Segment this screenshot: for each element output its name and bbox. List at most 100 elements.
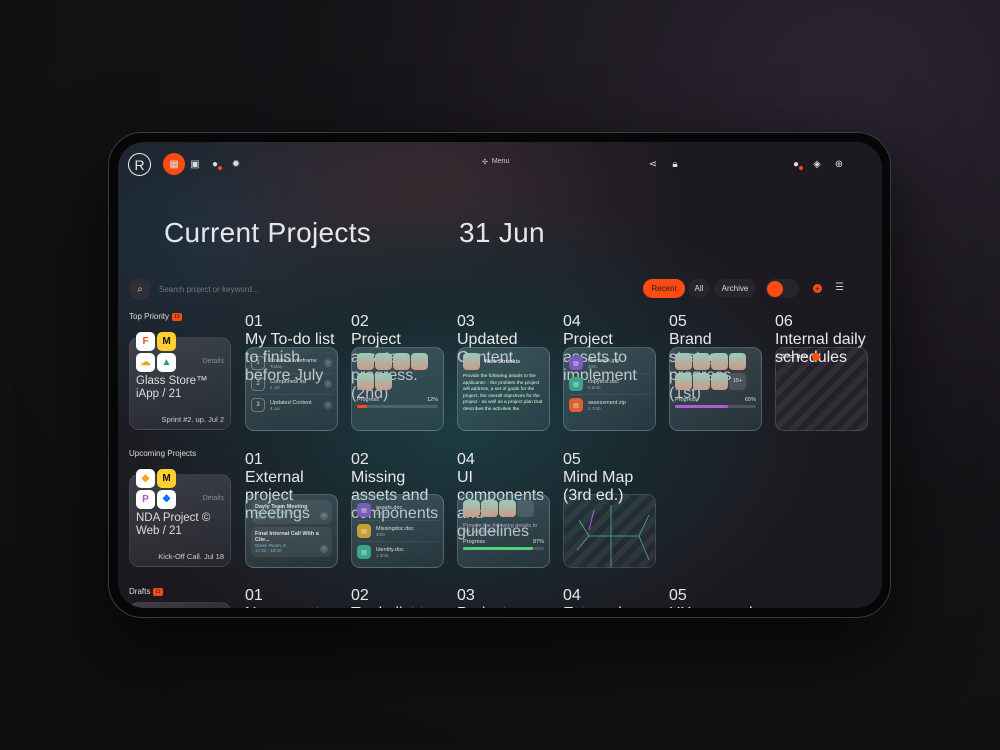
details-link[interactable]: Details	[203, 495, 224, 502]
todo-title: Updated Content	[270, 399, 312, 406]
theme-toggle[interactable]	[765, 279, 799, 298]
progress-bar	[357, 405, 438, 408]
grid-icon[interactable]: ▦	[163, 153, 185, 175]
item-title: To-do list to finish	[351, 605, 447, 608]
filter-all[interactable]: All	[688, 279, 710, 298]
todo-item[interactable]: 2 Componets list 2 Jul ›	[251, 374, 332, 395]
search-bar[interactable]: ⌕ Search project or keyword...	[129, 278, 469, 300]
chevron-right-icon[interactable]: ›	[320, 545, 328, 553]
file-item[interactable]: ▤ Missingdoc.doc 2mb	[357, 521, 438, 542]
avatar	[463, 353, 480, 370]
project-card[interactable]: ▤ assets.doc 1.6mb ▤ Missingdoc.doc 2mb ▤ Ident…	[351, 494, 444, 568]
avatar[interactable]	[411, 353, 428, 370]
file-size: 3mb	[588, 363, 597, 369]
avatar[interactable]	[481, 500, 498, 517]
avatar[interactable]	[357, 353, 374, 370]
avatar[interactable]	[693, 373, 710, 390]
sliders-icon[interactable]: ☰	[835, 282, 844, 293]
todo-date: 2 Jul	[270, 384, 280, 390]
avatar[interactable]	[711, 373, 728, 390]
project-card[interactable]: Slect Time	[775, 347, 868, 431]
step-number: 1	[251, 356, 265, 370]
project-name: NDA Project © Web / 21	[136, 512, 211, 537]
file-item[interactable]: ▤ fileimage.jpg 3mb	[569, 353, 650, 374]
avatar[interactable]	[375, 373, 392, 390]
project-card[interactable]: 15+ Progress 65%	[669, 347, 762, 431]
chevron-right-icon[interactable]: ›	[324, 380, 332, 388]
search-input[interactable]: Search project or keyword...	[159, 285, 259, 294]
file-icon: ▤	[569, 356, 583, 370]
project-card[interactable]	[563, 494, 656, 568]
file-icon: ▤	[357, 524, 371, 538]
chevron-right-icon[interactable]: ›	[320, 512, 328, 520]
avatar[interactable]	[729, 353, 746, 370]
item-number: 04	[563, 587, 581, 604]
project-card[interactable]: Dayly Team Meeting Blue Room, A54 St 16:30…	[245, 494, 338, 568]
chevron-right-icon[interactable]: ›	[324, 359, 332, 367]
settings-icon[interactable]: ✹	[225, 153, 247, 175]
avatar[interactable]	[375, 353, 392, 370]
project-card[interactable]: ▤ fileimage.jpg 3mb ▤ copytext.doc 0.5mb ▤ asse…	[563, 347, 656, 431]
file-item[interactable]: ▤ Identity.doc 1.3mb	[357, 542, 438, 562]
project-name: Glass Store™ iApp / 21	[136, 375, 208, 400]
project-card-nda[interactable]: ◆ M P ❖ Details NDA Project © Web / 21 Kick…	[129, 469, 231, 567]
meeting-item[interactable]: Final Internal Call With a Clie... Green …	[251, 527, 332, 557]
details-link[interactable]: Details	[203, 358, 224, 365]
page-title: Current Projects	[164, 217, 372, 248]
step-number: 2	[251, 377, 265, 391]
avatar[interactable]	[693, 353, 710, 370]
filter-recent[interactable]: Recent	[643, 279, 685, 298]
dropdown-icon[interactable]	[812, 353, 821, 361]
lock-icon[interactable]: 🔒︎	[664, 153, 686, 175]
todo-item[interactable]: 1 Create a wireframe Today ›	[251, 353, 332, 374]
project-card[interactable]: Nick Strunkis Provide the following detai…	[457, 347, 550, 431]
avatar[interactable]	[357, 373, 374, 390]
add-icon[interactable]: +	[813, 284, 822, 293]
todo-title: Create a wireframe	[270, 357, 317, 364]
file-size: 1.3mb	[376, 552, 389, 558]
todo-item[interactable]: 3 Updated Content 4 Jul ›	[251, 395, 332, 415]
author-name: Nick Strunkis	[485, 359, 521, 365]
file-item[interactable]: ▤ assessment.zip 2.7mb	[569, 395, 650, 415]
add-member-icon[interactable]	[517, 500, 534, 517]
file-size: 2.7mb	[588, 405, 601, 411]
globe-icon[interactable]: ⊕	[828, 153, 850, 175]
chevron-right-icon[interactable]: ›	[324, 401, 332, 409]
share-icon[interactable]: ⋖	[642, 153, 664, 175]
item-title: UX research and	[669, 605, 765, 608]
avatar[interactable]	[675, 353, 692, 370]
menu-button[interactable]: ✣ Menu	[482, 158, 509, 166]
file-item[interactable]: ▤ copytext.doc 0.5mb	[569, 374, 650, 395]
section-upcoming: Upcoming Projects	[129, 449, 197, 458]
file-icon: ▤	[357, 503, 371, 517]
notification-icon[interactable]: ●	[204, 153, 226, 175]
avatar[interactable]	[499, 500, 516, 517]
bell-icon[interactable]: ●	[785, 153, 807, 175]
progress-label: Progress	[463, 539, 486, 545]
avatar[interactable]	[675, 373, 692, 390]
filter-archive[interactable]: Archive	[714, 279, 756, 298]
item-number: 02	[351, 587, 369, 604]
avatar[interactable]	[393, 353, 410, 370]
project-card[interactable]: Progress 12%	[351, 347, 444, 431]
layers-icon[interactable]: ◈	[806, 153, 828, 175]
file-name: assets.doc	[376, 504, 403, 511]
calendar-icon[interactable]: ▣	[184, 153, 206, 175]
avatar[interactable]	[711, 353, 728, 370]
item-number: 02	[351, 451, 369, 468]
column-header: 04External review for	[563, 587, 659, 608]
more-avatars[interactable]: 15+	[729, 373, 746, 390]
menu-icon: ✣	[482, 159, 488, 166]
avatar[interactable]	[463, 500, 480, 517]
app-logo[interactable]: R	[128, 153, 151, 176]
progress-bar	[463, 547, 544, 550]
item-number: 03	[457, 313, 475, 330]
file-name: copytext.doc	[588, 378, 619, 385]
project-card[interactable]: Provide the following details to the app…	[457, 494, 550, 568]
file-item[interactable]: ▤ assets.doc 1.6mb	[357, 500, 438, 521]
meeting-item[interactable]: Dayly Team Meeting Blue Room, A54 St 16:30…	[251, 500, 332, 524]
section-top-priority: Top Priority 12	[129, 312, 182, 321]
project-card[interactable]: 1 Create a wireframe Today › 2 Componets list…	[245, 347, 338, 431]
draft-project-card[interactable]	[129, 602, 231, 608]
project-card-glass-store[interactable]: F M ☁ ▲ Details Glass Store™ iApp / 21 Spri…	[129, 332, 231, 430]
